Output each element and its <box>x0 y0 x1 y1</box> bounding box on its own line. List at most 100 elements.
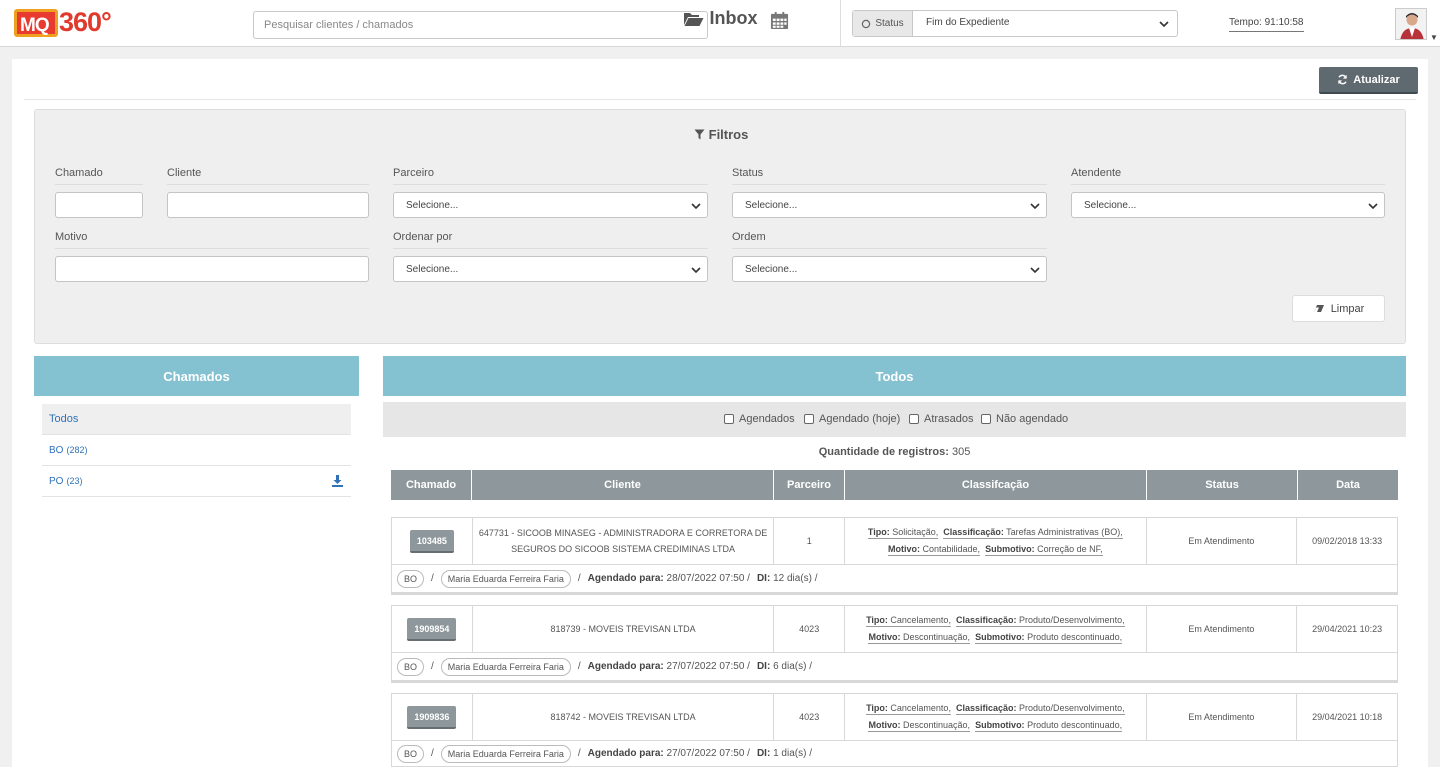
clear-button-label: Limpar <box>1330 302 1365 315</box>
ticket-id-cell: 1909836 <box>392 694 473 740</box>
ticket-client: 647731 - SICOOB MINASEG - ADMINISTRADORA… <box>473 518 775 564</box>
checkbox-atrasados[interactable]: Atrasados <box>909 413 974 425</box>
ordem-select-value: Selecione... <box>745 263 798 275</box>
motivo-field[interactable] <box>55 256 369 282</box>
sidebar-item-label: Todos <box>49 413 79 425</box>
queue-badge[interactable]: BO <box>397 744 425 763</box>
download-icon[interactable] <box>332 475 343 487</box>
checkbox-nao-agendado[interactable]: Não agendado <box>981 413 1068 425</box>
checkbox-agendado-hoje[interactable]: Agendado (hoje) <box>804 413 900 425</box>
ordenar-select-value: Selecione... <box>406 263 459 275</box>
checkbox-label: Não agendado <box>996 413 1069 425</box>
refresh-button[interactable]: Atualizar <box>1319 67 1418 94</box>
checkbox-box[interactable] <box>981 414 991 424</box>
ticket-id-button[interactable]: 103485 <box>409 529 454 553</box>
ticket-id-button[interactable]: 1909854 <box>407 617 457 641</box>
cliente-field[interactable] <box>167 192 369 218</box>
tipo-pair: Tipo: Solicitação, <box>867 527 939 539</box>
page-title: Inbox <box>0 8 1440 29</box>
ticket-id-button[interactable]: 1909836 <box>407 705 457 729</box>
ticket-status: Em Atendimento <box>1147 606 1298 652</box>
atendente-select[interactable]: Selecione... <box>1071 192 1385 218</box>
chevron-down-icon <box>691 267 701 274</box>
status-filter-select[interactable]: Selecione... <box>732 192 1047 218</box>
folder-open-icon <box>683 12 703 26</box>
ticket-partner: 4023 <box>774 694 846 740</box>
checkbox-agendados[interactable]: Agendados <box>724 413 795 425</box>
clear-button[interactable]: Limpar <box>1292 295 1385 322</box>
sidebar-item-count: (282) <box>66 445 88 455</box>
table-header: Chamado Cliente Parceiro Classifcação St… <box>391 470 1398 500</box>
agent-badge[interactable]: Maria Eduarda Ferreira Faria <box>440 657 571 676</box>
chamado-field[interactable] <box>55 192 143 218</box>
todos-panel-title: Todos <box>875 368 914 384</box>
title-divider <box>24 99 1416 100</box>
classificacao-pair: Classificação: Tarefas Administrativas (… <box>943 527 1123 539</box>
ticket-client: 818742 - MOVEIS TREVISAN LTDA <box>473 694 775 740</box>
column-header-chamado[interactable]: Chamado <box>391 470 472 500</box>
days-open-info: DI: 1 dia(s) / <box>756 748 812 759</box>
scheduled-info: Agendado para: 28/07/2022 07:50 / <box>587 573 750 584</box>
submotivo-pair: Submotivo: Produto descontinuado, <box>975 720 1123 732</box>
ordem-select[interactable]: Selecione... <box>732 256 1047 282</box>
page-title-text: Inbox <box>709 8 758 28</box>
classificacao-pair: Classificação: Produto/Desenvolvimento, <box>955 615 1125 627</box>
ticket-date: 09/02/2018 13:33 <box>1312 536 1383 546</box>
ticket-detail-row: BO / Maria Eduarda Ferreira Faria / Agen… <box>391 564 1398 595</box>
ticket-partner: 4023 <box>774 606 846 652</box>
checkbox-box[interactable] <box>804 414 814 424</box>
chamados-panel-title: Chamados <box>163 368 230 384</box>
chevron-down-icon <box>1368 203 1378 210</box>
column-header-parceiro[interactable]: Parceiro <box>774 470 845 500</box>
sidebar-item-todos[interactable]: Todos <box>42 404 351 435</box>
separator: / <box>577 573 581 584</box>
avatar-caret-icon[interactable]: ▼ <box>1430 33 1438 42</box>
checkbox-box[interactable] <box>909 414 919 424</box>
motivo-label: Motivo <box>55 231 369 249</box>
sidebar-item-po[interactable]: PO (23) <box>42 466 351 497</box>
submotivo-pair: Submotivo: Produto descontinuado, <box>975 632 1123 644</box>
chevron-down-icon <box>691 203 701 210</box>
ticket-classification: Tipo: Solicitação, Classificação: Tarefa… <box>845 518 1147 564</box>
ticket-date: 29/04/2021 10:18 <box>1312 712 1383 722</box>
classificacao-pair: Classificação: Produto/Desenvolvimento, <box>955 703 1125 715</box>
atendente-select-value: Selecione... <box>1084 199 1137 211</box>
checkbox-box[interactable] <box>724 414 734 424</box>
ticket-id-cell: 1909854 <box>392 606 473 652</box>
ticket-main-row: 1909854 818739 - MOVEIS TREVISAN LTDA 40… <box>391 605 1398 653</box>
filters-panel: Filtros <box>34 109 1406 344</box>
filter-icon <box>694 129 705 140</box>
ordenar-select[interactable]: Selecione... <box>393 256 708 282</box>
checkbox-label: Atrasados <box>924 413 974 425</box>
queue-badge[interactable]: BO <box>397 657 425 676</box>
column-header-status[interactable]: Status <box>1147 470 1298 500</box>
parceiro-select-value: Selecione... <box>406 199 459 211</box>
sidebar-item-bo[interactable]: BO (282) <box>42 435 351 466</box>
chevron-down-icon <box>1030 203 1040 210</box>
separator: / <box>577 748 581 759</box>
ticket-detail-row: BO / Maria Eduarda Ferreira Faria / Agen… <box>391 652 1398 683</box>
ticket-main-row: 1909836 818742 - MOVEIS TREVISAN LTDA 40… <box>391 693 1398 741</box>
refresh-icon <box>1338 74 1348 85</box>
column-header-cliente[interactable]: Cliente <box>472 470 774 500</box>
ticket-status: Em Atendimento <box>1147 518 1298 564</box>
column-header-data[interactable]: Data <box>1298 470 1398 500</box>
agent-badge[interactable]: Maria Eduarda Ferreira Faria <box>440 744 571 763</box>
status-filter-label: Status <box>732 167 1047 185</box>
motivo-pair: Motivo: Descontinuação, <box>868 720 971 732</box>
eraser-icon <box>1313 305 1324 312</box>
separator: / <box>431 573 434 584</box>
checkbox-label: Agendado (hoje) <box>819 413 901 425</box>
agent-badge[interactable]: Maria Eduarda Ferreira Faria <box>440 569 571 588</box>
queue-badge[interactable]: BO <box>397 569 425 588</box>
ordenar-label: Ordenar por <box>393 231 708 249</box>
chamado-label: Chamado <box>55 167 143 185</box>
motivo-pair: Motivo: Descontinuação, <box>868 632 971 644</box>
scheduled-info: Agendado para: 27/07/2022 07:50 / <box>587 748 750 759</box>
column-header-classificacao[interactable]: Classifcação <box>845 470 1147 500</box>
filters-title: Filtros <box>35 127 1407 142</box>
tipo-pair: Tipo: Cancelamento, <box>866 703 951 715</box>
parceiro-select[interactable]: Selecione... <box>393 192 708 218</box>
cliente-label: Cliente <box>167 167 369 185</box>
chevron-down-icon <box>1030 267 1040 274</box>
